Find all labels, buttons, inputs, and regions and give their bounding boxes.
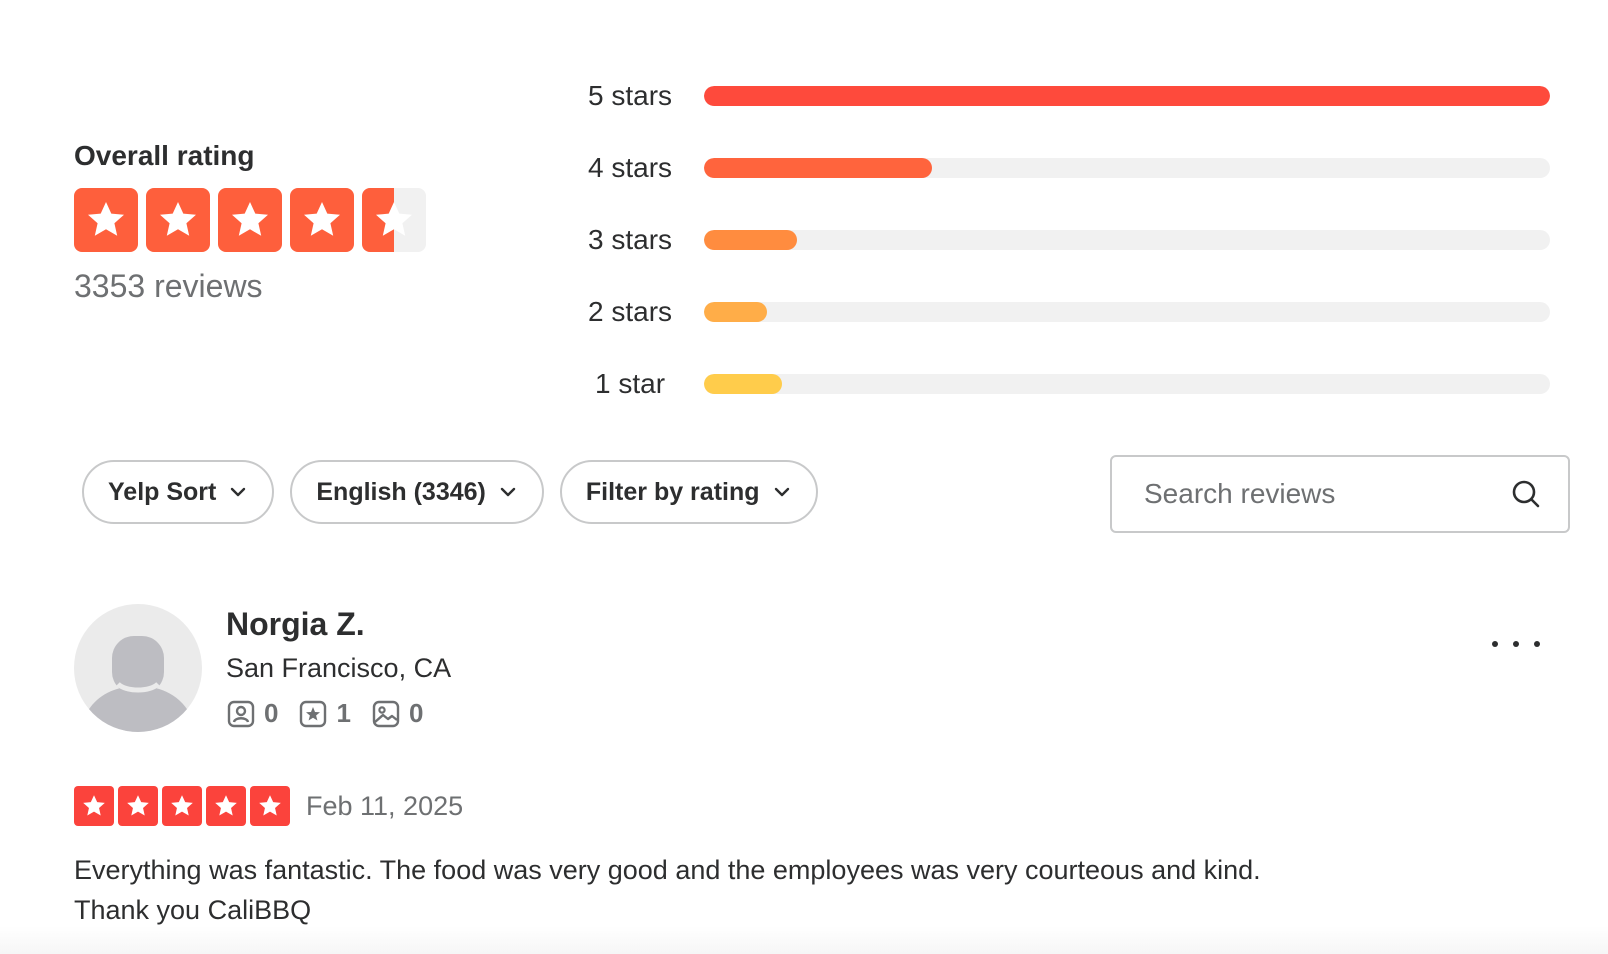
overall-star: [74, 188, 138, 252]
star-icon: [215, 795, 237, 816]
distribution-bar-fill: [704, 86, 1550, 106]
distribution-bar-fill: [704, 374, 782, 394]
sort-dropdown-label: Yelp Sort: [108, 477, 217, 506]
star-icon: [232, 202, 268, 236]
star-icon: [171, 795, 193, 816]
distribution-row: 4 stars: [580, 132, 1570, 204]
search-reviews-box: [1110, 455, 1570, 533]
review-text: Everything was fantastic. The food was v…: [74, 855, 1261, 925]
friends-icon: [227, 700, 255, 727]
review-count: 3353 reviews: [74, 268, 263, 304]
more-dots-icon: [1492, 641, 1498, 647]
review-star: [250, 786, 290, 826]
friends-stat: 0: [226, 698, 278, 729]
reviews-stat: 1: [298, 698, 351, 729]
distribution-bar-fill: [704, 302, 768, 322]
distribution-bar-track: [704, 86, 1550, 106]
photos-count: 0: [408, 698, 424, 728]
user-info: Norgia Z. San Francisco, CA 0 1 0: [226, 604, 451, 729]
distribution-label: 4 stars: [587, 152, 673, 183]
photo-icon: [372, 700, 400, 727]
review-date: Feb 11, 2025: [306, 790, 464, 821]
distribution-bar-track: [704, 158, 1550, 178]
distribution-label: 3 stars: [587, 224, 673, 255]
reviews-section: Overall rating 3353 reviews 5 stars 4 sta…: [0, 0, 1608, 954]
star-icon: [376, 202, 412, 236]
distribution-bar-track: [704, 302, 1550, 322]
overall-star: [290, 188, 354, 252]
review-star: [118, 786, 158, 826]
distribution-bar-fill: [704, 158, 933, 178]
review-star: [206, 786, 246, 826]
distribution-row: 2 stars: [580, 276, 1570, 348]
distribution-row: 1 star: [580, 348, 1570, 420]
star-icon: [88, 202, 124, 236]
language-dropdown[interactable]: English (3346): [290, 460, 544, 524]
search-icon[interactable]: [1510, 478, 1542, 510]
distribution-row: 3 stars: [580, 204, 1570, 276]
review-star: [74, 786, 114, 826]
review-rating: Feb 11, 2025: [74, 786, 463, 826]
photos-stat: 0: [371, 698, 423, 729]
sort-dropdown[interactable]: Yelp Sort: [82, 460, 275, 524]
rating-distribution: 5 stars 4 stars 3 stars 2 stars 1 star: [580, 60, 1570, 420]
star-icon: [259, 795, 281, 816]
star-icon: [127, 795, 149, 816]
distribution-bar-track: [704, 230, 1550, 250]
overall-star: [218, 188, 282, 252]
review-stars: [74, 786, 290, 826]
distribution-bar-track: [704, 374, 1550, 394]
star-icon: [304, 202, 340, 236]
more-dots-icon: [1513, 641, 1519, 647]
more-dots-icon: [1534, 641, 1540, 647]
chevron-down-icon: [231, 487, 246, 497]
rating-filter-dropdown[interactable]: Filter by rating: [559, 460, 818, 524]
more-options-button[interactable]: [1492, 634, 1540, 654]
distribution-label: 1 star: [594, 368, 666, 399]
overall-rating: Overall rating 3353 reviews: [74, 138, 426, 306]
distribution-label: 2 stars: [587, 296, 673, 327]
review-star: [162, 786, 202, 826]
user-stats: 0 1 0: [226, 698, 451, 729]
review-star-icon: [300, 700, 327, 727]
overall-stars: [74, 188, 426, 252]
overall-rating-title: Overall rating: [74, 140, 255, 171]
reviews-count: 1: [336, 698, 351, 728]
distribution-row: 5 stars: [580, 60, 1570, 132]
chevron-down-icon: [774, 487, 789, 497]
star-icon: [83, 795, 105, 816]
default-user-icon: [86, 636, 190, 732]
user-name[interactable]: Norgia Z.: [226, 604, 451, 644]
review-filters: Yelp Sort English (3346) Filter by ratin…: [82, 460, 818, 524]
rating-filter-label: Filter by rating: [585, 477, 760, 506]
star-icon: [160, 202, 196, 236]
bottom-fade: [0, 926, 1608, 954]
distribution-bar-fill: [704, 230, 798, 250]
distribution-label: 5 stars: [587, 80, 673, 111]
overall-star: [362, 188, 426, 252]
search-reviews-input[interactable]: [1142, 477, 1510, 511]
avatar[interactable]: [74, 604, 202, 732]
language-dropdown-label: English (3346): [316, 477, 486, 506]
chevron-down-icon: [500, 487, 516, 497]
overall-star: [146, 188, 210, 252]
friends-count: 0: [264, 698, 279, 728]
user-location: San Francisco, CA: [226, 653, 452, 683]
